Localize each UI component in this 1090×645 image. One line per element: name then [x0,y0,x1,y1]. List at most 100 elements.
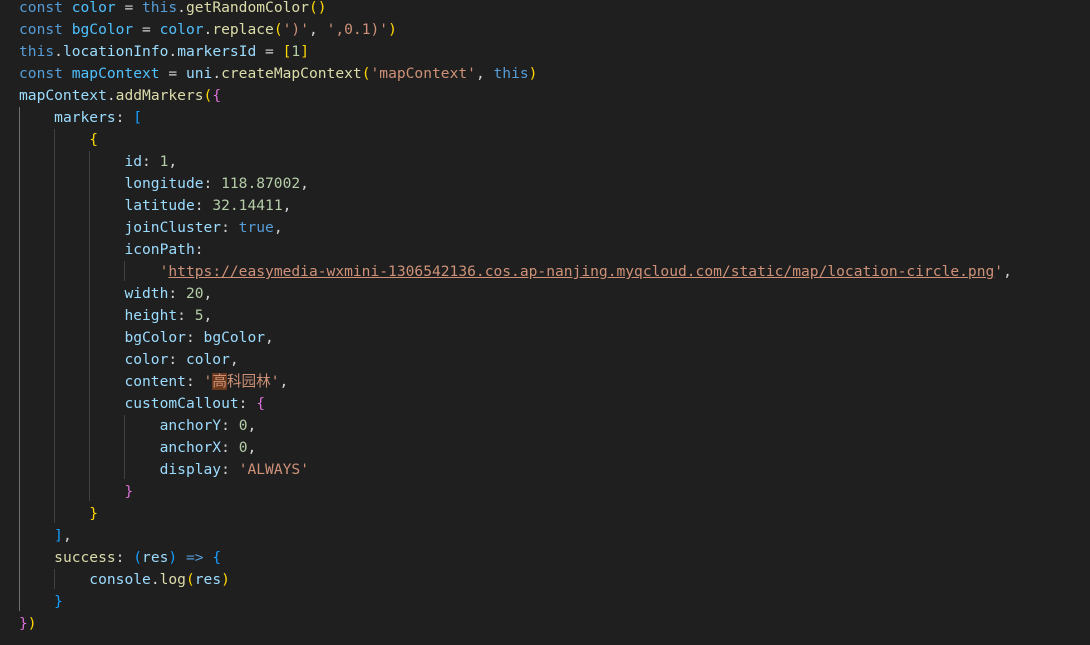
code-token: , [475,65,494,82]
code-token: , [229,351,239,368]
code-token: , [1003,263,1012,280]
code-line[interactable]: iconPath: [19,239,203,261]
code-token: bgColor [71,21,134,38]
code-line[interactable]: latitude: 32.14411, [19,195,291,217]
code-token: . [54,43,63,60]
code-token: 'mapContext' [370,65,476,82]
code-token: } [124,483,134,500]
code-token: . [203,21,213,38]
code-token: : [168,285,186,302]
code-token: createMapContext [221,65,362,82]
code-line[interactable]: height: 5, [19,305,212,327]
code-token: const [19,65,72,82]
code-line[interactable]: id: 1, [19,151,177,173]
code-token: [ [133,109,143,126]
code-token: . [177,0,186,16]
code-line[interactable]: console.log(res) [19,569,230,591]
code-editor[interactable]: const color = this.getRandomColor() const… [0,0,1090,645]
code-token: this [493,65,529,82]
code-line[interactable]: 'https://easymedia-wxmini-1306542136.cos… [19,261,1012,283]
code-line[interactable]: longitude: 118.87002, [19,173,309,195]
code-token: ( [133,549,143,566]
code-token: { [256,395,266,412]
code-token: : [142,153,160,170]
code-token: res [142,549,169,566]
code-token: , [279,373,289,390]
code-token: , [309,21,327,38]
code-line[interactable]: const mapContext = uni.createMapContext(… [19,63,537,85]
code-token: ) [388,21,397,38]
code-line[interactable]: anchorY: 0, [19,415,257,437]
code-line[interactable]: const bgColor = color.replace(')', ',0.1… [19,19,397,41]
code-line[interactable]: customCallout: { [19,393,265,415]
code-token: id [124,153,143,170]
code-line[interactable]: this.locationInfo.markersId = [1] [19,41,309,63]
code-line[interactable]: } [19,481,133,503]
code-token: this [19,43,55,60]
code-token: } [89,505,99,522]
code-token: color [71,0,116,16]
code-token: . [150,571,160,588]
code-token: markers [54,109,116,126]
code-token: , [247,417,257,434]
code-line[interactable]: { [19,129,98,151]
code-token: ] [300,43,310,60]
code-line[interactable]: success: (res) => { [19,547,221,569]
code-token: : [203,175,222,192]
code-token: true [238,219,274,236]
code-token: res [194,571,222,588]
code-line[interactable]: anchorX: 0, [19,437,257,459]
code-token: color [185,351,230,368]
code-token: , [62,527,72,544]
code-token: : [238,395,257,412]
code-token: https://easymedia-wxmini-1306542136.cos.… [168,263,995,280]
code-line[interactable]: joinCluster: true, [19,217,282,239]
code-token: customCallout [124,395,239,412]
code-line[interactable]: const color = this.getRandomColor() [19,0,327,19]
code-token: anchorX [159,439,222,456]
code-line[interactable]: display: 'ALWAYS' [19,459,309,481]
code-token: content [124,373,186,390]
code-token: ' [203,373,213,390]
code-token: joinCluster [124,219,222,236]
code-token: . [212,65,222,82]
code-line[interactable]: } [19,503,98,525]
code-line[interactable]: markers: [ [19,107,142,129]
code-token: , [282,197,292,214]
code-line[interactable]: }) [19,613,37,635]
code-line[interactable]: content: '高科园林', [19,371,288,393]
code-token: replace [212,21,274,38]
code-token: height [124,307,178,324]
code-token: = [133,21,160,38]
code-line[interactable]: mapContext.addMarkers({ [19,85,221,107]
code-line[interactable]: bgColor: bgColor, [19,327,273,349]
code-line[interactable]: color: color, [19,349,239,371]
code-token: width [124,285,169,302]
code-token: , [247,439,257,456]
code-token: 5 [194,307,204,324]
code-token: 'ALWAYS' [238,461,309,478]
code-token: = [159,65,186,82]
code-token: markersId [177,43,257,60]
code-token: : [115,549,134,566]
code-line[interactable]: ], [19,525,72,547]
code-line[interactable]: width: 20, [19,283,212,305]
code-line[interactable]: } [19,591,63,613]
code-token: addMarkers [115,87,204,104]
code-token: ' [994,263,1004,280]
code-token: ( [273,21,283,38]
code-token: ( [185,571,195,588]
code-token: => [177,549,213,566]
code-token: : [221,417,239,434]
